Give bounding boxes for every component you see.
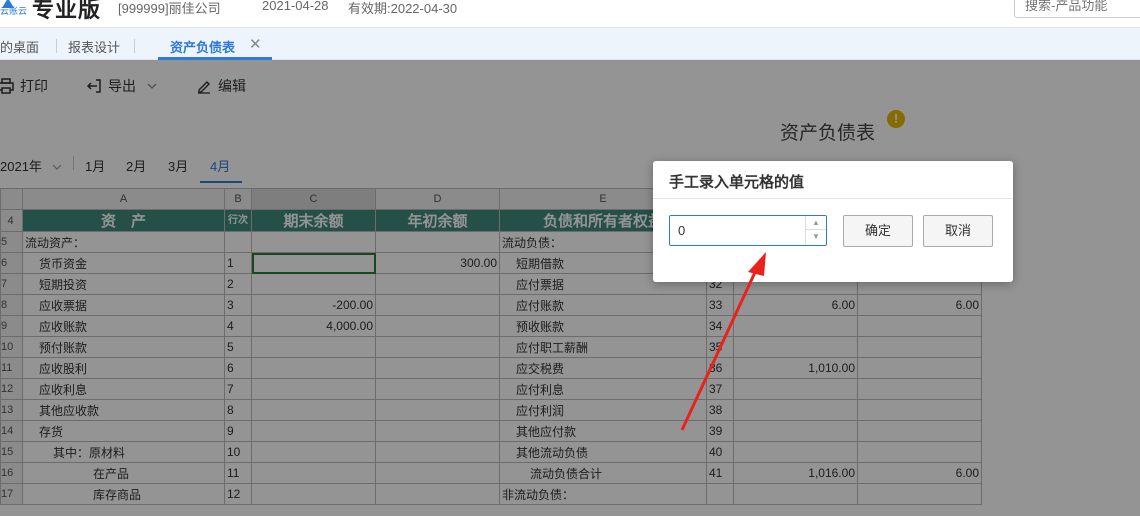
annotation-arrow — [680, 252, 766, 431]
